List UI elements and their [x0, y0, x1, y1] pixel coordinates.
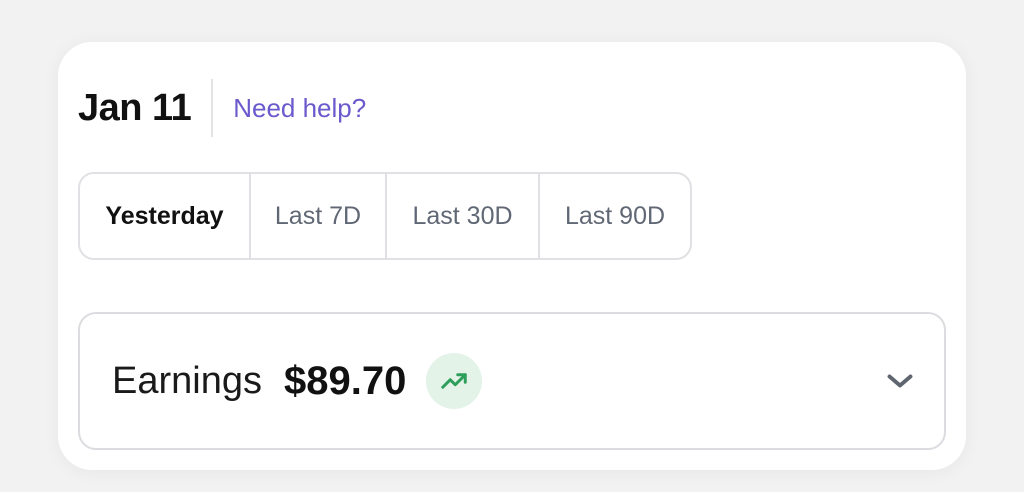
earnings-label: Earnings [112, 359, 262, 402]
chevron-down-icon[interactable] [880, 361, 920, 401]
earnings-value: $89.70 [283, 358, 407, 403]
earnings-card: Jan 11 Need help? Yesterday Last 7D Last… [58, 42, 966, 470]
date-range-selector: Yesterday Last 7D Last 30D Last 90D [78, 172, 692, 260]
range-last-90d[interactable]: Last 90D [540, 174, 690, 258]
header-divider [211, 79, 214, 137]
range-last-7d[interactable]: Last 7D [251, 174, 387, 258]
card-header: Jan 11 Need help? [78, 78, 366, 138]
earnings-row[interactable]: Earnings $89.70 [78, 312, 946, 450]
date-title: Jan 11 [78, 86, 192, 129]
need-help-link[interactable]: Need help? [233, 93, 366, 124]
trending-up-icon [426, 353, 483, 409]
range-last-30d[interactable]: Last 30D [387, 174, 540, 258]
range-yesterday[interactable]: Yesterday [80, 174, 251, 258]
